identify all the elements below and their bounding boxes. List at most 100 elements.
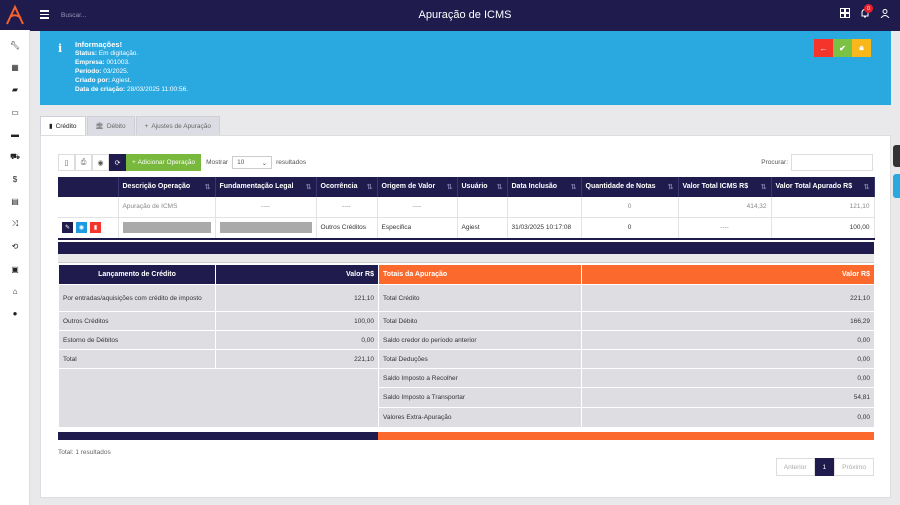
- totals-footer: [378, 432, 874, 440]
- tab-ajustes[interactable]: + Ajustes de Apuração: [135, 116, 221, 135]
- book-icon[interactable]: ▰: [0, 79, 30, 101]
- retweet-icon[interactable]: ⟲: [0, 236, 30, 258]
- dollar-icon[interactable]: $: [0, 168, 30, 190]
- shuffle-icon[interactable]: ⤨: [0, 213, 30, 235]
- chevron-down-icon: ⌄: [261, 159, 268, 167]
- show-label: Mostrar: [206, 159, 229, 166]
- total-results: Total: 1 resultados: [58, 449, 111, 456]
- totals-table: Totais da Apuração Valor R$ Total Crédit…: [378, 264, 875, 428]
- eye-icon[interactable]: ◉: [76, 222, 87, 234]
- calculator-icon[interactable]: ▦: [0, 56, 30, 78]
- table-row: ✎ ◉ ▮ Outros Créditos Especifica Agiest 31…: [58, 217, 875, 240]
- info-created-by: Criado por: Agiest.: [75, 77, 132, 84]
- empty-row: [58, 368, 379, 428]
- info-banner: i Informações! Status: Em digitação. Emp…: [40, 31, 891, 105]
- info-company: Empresa: 001003.: [75, 59, 130, 66]
- table-row: Total Deduções 0,00: [378, 349, 875, 369]
- results-label: resultados: [276, 159, 307, 166]
- totals-value-header: Valor R$: [581, 264, 875, 285]
- document-icon: ▮: [49, 123, 53, 130]
- add-operation-button[interactable]: + Adicionar Operação: [126, 154, 202, 171]
- col-valor-icms[interactable]: Valor Total ICMS R$ ⇅: [678, 177, 772, 197]
- col-valor-apurado[interactable]: Valor Total Apurado R$ ⇅: [771, 177, 875, 197]
- table-row: Estorno de Débitos 0,00: [58, 330, 379, 350]
- redacted-fundamentacao: [219, 222, 312, 234]
- credit-summary-footer: [58, 432, 378, 440]
- refresh-icon[interactable]: ⟳: [109, 154, 126, 171]
- lock-button[interactable]: 🔒︎: [852, 39, 871, 57]
- sidebar: 🔧︎ ▦ ▰ ▭ ▬ ⛟ $ ▤ ⤨ ⟲ ▣ ⌂ ●: [0, 0, 30, 505]
- prev-page-button[interactable]: Anterior: [775, 458, 815, 476]
- col-usuario[interactable]: Usuário ⇅: [457, 177, 508, 197]
- tab-credito[interactable]: ▮ Crédito: [40, 116, 86, 135]
- plus-icon: +: [132, 159, 136, 166]
- tabs: ▮ Crédito 🏛︎ Débito + Ajustes de Apuração: [40, 116, 221, 135]
- tab-debito[interactable]: 🏛︎ Débito: [86, 116, 135, 135]
- side-handle[interactable]: [893, 145, 900, 167]
- table-row: Outros Créditos 100,00: [58, 311, 379, 331]
- truck-icon[interactable]: ▣: [0, 258, 30, 280]
- col-descricao[interactable]: Descrição Operação ⇅: [118, 177, 216, 197]
- grid-icon[interactable]: [840, 8, 850, 20]
- table-row: Valores Extra-Apuração 0,00: [378, 407, 875, 428]
- back-button[interactable]: ←: [814, 39, 833, 57]
- approve-button[interactable]: ✔: [833, 39, 852, 57]
- table-icon[interactable]: ▤: [0, 191, 30, 213]
- col-fundamentacao[interactable]: Fundamentação Legal ⇅: [215, 177, 317, 197]
- credit-summary-table: Lançamento de Crédito Valor R$ Por entra…: [58, 264, 379, 428]
- table-row: Por entradas/aquisições com crédito de i…: [58, 284, 379, 312]
- table-row: Total Débito 166,29: [378, 311, 875, 331]
- redacted-description: [122, 222, 211, 234]
- info-period: Período: 03/2025.: [75, 68, 129, 75]
- table-footer-bar: [58, 242, 874, 254]
- credit-summary-header: Lançamento de Crédito: [58, 264, 216, 285]
- notification-badge: 0: [864, 4, 873, 13]
- search-label: Procurar:: [761, 159, 788, 166]
- table-header: Descrição Operação ⇅ Fundamentação Legal ⇅…: [58, 177, 875, 197]
- edit-icon[interactable]: ✎: [62, 222, 73, 234]
- table-row: Saldo credor do período anterior 0,00: [378, 330, 875, 350]
- eye-icon[interactable]: ◉: [92, 154, 109, 171]
- user-icon[interactable]: ●: [0, 303, 30, 325]
- col-data-inclusao[interactable]: Data Inclusão ⇅: [507, 177, 582, 197]
- top-bar: Buscar... Apuração de ICMS 0: [30, 0, 900, 31]
- user-profile-icon[interactable]: [880, 8, 890, 20]
- totals-header: Totais da Apuração: [378, 264, 582, 285]
- side-handle-blue[interactable]: [893, 174, 900, 198]
- table-row: Total 221,10: [58, 349, 379, 369]
- cart-icon[interactable]: ⛟: [0, 146, 30, 168]
- money-icon[interactable]: ▭: [0, 101, 30, 123]
- search-input[interactable]: [791, 154, 873, 171]
- plus-icon: +: [144, 122, 149, 130]
- bank-icon: 🏛︎: [95, 123, 104, 130]
- bell-icon[interactable]: 0: [860, 4, 873, 20]
- table-row: Saldo Imposto a Recolher 0,00: [378, 368, 875, 388]
- table-toolbar: ▯ ⎙ ◉ ⟳ + Adicionar Operação Mostrar 10 ⌄…: [58, 154, 306, 171]
- col-origem[interactable]: Origem de Valor ⇅: [377, 177, 458, 197]
- page-title: Apuração de ICMS: [418, 9, 512, 21]
- content-panel: ▯ ⎙ ◉ ⟳ + Adicionar Operação Mostrar 10 ⌄…: [40, 135, 891, 498]
- credit-value-header: Valor R$: [215, 264, 379, 285]
- info-icon: i: [58, 42, 63, 55]
- table-row: Saldo Imposto a Transportar 54,81: [378, 387, 875, 408]
- trash-icon[interactable]: ▮: [90, 222, 101, 234]
- page-1-button[interactable]: 1: [814, 458, 835, 476]
- info-title: Informações!: [75, 40, 123, 49]
- operations-table: Descrição Operação ⇅ Fundamentação Legal ⇅…: [58, 177, 875, 240]
- file-icon[interactable]: ▯: [58, 154, 75, 171]
- wrench-icon[interactable]: 🔧︎: [0, 34, 30, 56]
- print-icon[interactable]: ⎙: [75, 154, 92, 171]
- col-ocorrencia[interactable]: Ocorrência ⇅: [316, 177, 378, 197]
- briefcase-icon[interactable]: ▬: [0, 124, 30, 146]
- pagination: Anterior 1 Próximo: [775, 458, 874, 476]
- divider: [58, 254, 874, 263]
- home-icon[interactable]: ⌂: [0, 280, 30, 302]
- app-logo[interactable]: [0, 0, 30, 30]
- info-created-at: Data de criação: 28/03/2025 11:00:56.: [75, 86, 188, 93]
- page-size-select[interactable]: 10 ⌄: [232, 156, 273, 169]
- table-row: Total Crédito 221,10: [378, 284, 875, 312]
- col-quantidade[interactable]: Quantidade de Notas ⇅: [581, 177, 679, 197]
- info-status: Status: Em digitação.: [75, 50, 139, 57]
- summary-row: Apuração de ICMS ---- ---- ---- 0 414,32…: [58, 197, 875, 218]
- next-page-button[interactable]: Próximo: [834, 458, 874, 476]
